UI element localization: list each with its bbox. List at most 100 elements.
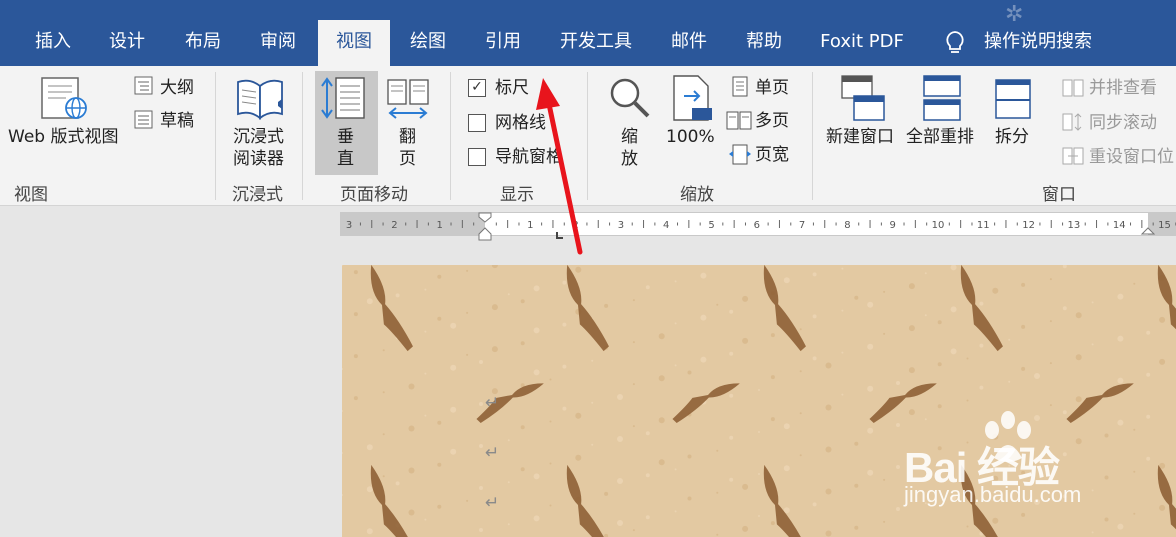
ruler-number: 6 — [754, 220, 760, 231]
multiple-pages-button[interactable]: 多页 — [755, 110, 789, 132]
tab-developer[interactable]: 开发工具 — [550, 20, 642, 66]
navigation-pane-checkbox[interactable] — [468, 148, 486, 166]
vertical-button[interactable]: 垂 — [337, 126, 354, 148]
one-page-button[interactable]: 单页 — [755, 77, 789, 99]
zoom-button-label-2[interactable]: 放 — [621, 148, 638, 170]
ruler-number: 11 — [977, 220, 990, 231]
side-to-side-button[interactable]: 翻 — [399, 126, 416, 148]
group-label-views: 视图 — [14, 185, 48, 205]
side-to-side-icon[interactable] — [386, 78, 430, 124]
tab-mailings[interactable]: 邮件 — [656, 20, 722, 66]
ruler-number: 4 — [663, 220, 669, 231]
group-separator — [812, 72, 813, 200]
outline-icon[interactable] — [134, 76, 154, 100]
ruler-number: 2 — [572, 220, 578, 231]
immersive-reader-button[interactable]: 沉浸式 — [233, 126, 284, 148]
ruler-number: 2 — [391, 220, 397, 231]
ruler-number: 15 — [1158, 220, 1171, 231]
gridlines-label[interactable]: 网格线 — [495, 112, 546, 134]
reset-window-position-icon — [1062, 146, 1084, 170]
new-window-button[interactable]: 新建窗口 — [826, 126, 894, 148]
zoom-100-button[interactable]: 100% — [666, 126, 715, 148]
ruler-number: 8 — [844, 220, 850, 231]
indent-marker-icon — [478, 212, 492, 241]
ruler-number: 10 — [932, 220, 945, 231]
vertical-button-label-2[interactable]: 直 — [337, 148, 354, 170]
group-label-immersive: 沉浸式 — [232, 185, 283, 205]
group-separator — [302, 72, 303, 200]
ruler-number: 9 — [890, 220, 896, 231]
fossil-fish — [763, 265, 806, 352]
fossil-fish — [370, 265, 413, 352]
immersive-reader-label-2[interactable]: 阅读器 — [233, 148, 284, 170]
group-label-page-movement: 页面移动 — [340, 185, 408, 205]
sync-scroll-button: 同步滚动 — [1089, 113, 1157, 133]
ruler-number: 13 — [1068, 220, 1081, 231]
draft-icon[interactable] — [134, 110, 154, 134]
ribbon-tab-bar: 插入 设计 布局 审阅 视图 绘图 引用 开发工具 邮件 帮助 Foxit PD… — [0, 0, 1176, 66]
ruler-label[interactable]: 标尺 — [495, 77, 529, 99]
paragraph-mark: ↵ — [485, 493, 500, 513]
page-width-button[interactable]: 页宽 — [755, 144, 789, 166]
gridlines-checkbox[interactable] — [468, 114, 486, 132]
web-layout-icon[interactable] — [40, 76, 92, 126]
arrange-all-icon[interactable] — [922, 74, 962, 126]
tab-view[interactable]: 视图 — [318, 20, 390, 66]
ruler-number: 7 — [799, 220, 805, 231]
arrange-all-button[interactable]: 全部重排 — [906, 126, 974, 148]
tab-layout[interactable]: 布局 — [170, 20, 236, 66]
one-page-icon[interactable] — [730, 76, 750, 102]
draft-button[interactable]: 草稿 — [160, 110, 194, 132]
ruler-number: 14 — [1113, 220, 1126, 231]
split-icon[interactable] — [994, 78, 1032, 124]
tab-draw[interactable]: 绘图 — [395, 20, 461, 66]
ruler-number: 1 — [527, 220, 533, 231]
tab-help[interactable]: 帮助 — [731, 20, 797, 66]
sync-scroll-icon — [1062, 112, 1084, 136]
multiple-pages-icon[interactable] — [726, 110, 752, 136]
baidu-watermark: Bai 经验 jingyan.baidu.com — [900, 411, 1160, 520]
tab-insert[interactable]: 插入 — [20, 20, 86, 66]
zoom-magnifier-icon[interactable] — [608, 76, 652, 124]
tab-foxit-pdf[interactable]: Foxit PDF — [812, 20, 912, 66]
fossil-fish — [869, 383, 937, 423]
reset-window-position-button: 重设窗口位 — [1089, 147, 1174, 167]
zoom-100-icon[interactable] — [672, 74, 714, 126]
new-window-icon[interactable] — [840, 74, 886, 126]
watermark-url: jingyan.baidu.com — [904, 482, 1082, 507]
group-separator — [587, 72, 588, 200]
lightbulb-icon[interactable] — [944, 30, 966, 60]
vertical-scroll-icon[interactable] — [320, 76, 368, 126]
fossil-fish — [370, 464, 413, 537]
side-by-side-icon — [1062, 78, 1084, 102]
ruler-number: 5 — [708, 220, 714, 231]
ruler-number: 1 — [437, 220, 443, 231]
page-width-icon[interactable] — [728, 144, 752, 170]
tell-me-search[interactable]: 操作说明搜索 — [978, 20, 1098, 66]
tab-design[interactable]: 设计 — [94, 20, 160, 66]
decorative-icon: ✲ — [1005, 2, 1024, 27]
side-to-side-label-2[interactable]: 页 — [399, 148, 416, 170]
web-layout-button[interactable]: Web 版式视图 — [8, 126, 118, 148]
ruler-checkbox[interactable]: ✓ — [468, 79, 486, 97]
right-indent-marker-icon — [1140, 227, 1156, 235]
fossil-fish — [566, 464, 609, 537]
zoom-button[interactable]: 缩 — [621, 126, 638, 148]
ruler-number: 3 — [346, 220, 352, 231]
ruler-number: 12 — [1022, 220, 1035, 231]
navigation-pane-label[interactable]: 导航窗格 — [495, 146, 563, 168]
fossil-fish — [566, 265, 609, 352]
fossil-fish — [1157, 265, 1176, 352]
group-label-zoom: 缩放 — [680, 185, 714, 205]
group-label-window: 窗口 — [1042, 185, 1076, 205]
outline-button[interactable]: 大纲 — [160, 77, 194, 99]
fossil-fish — [1066, 383, 1134, 423]
tab-review[interactable]: 审阅 — [245, 20, 311, 66]
tab-references[interactable]: 引用 — [470, 20, 536, 66]
group-label-show: 显示 — [500, 185, 534, 205]
immersive-reader-icon[interactable] — [234, 76, 288, 126]
tab-stop-marker — [556, 232, 563, 239]
split-button[interactable]: 拆分 — [995, 126, 1029, 148]
ruler-scale: 3 2 1 1 2 3 4 5 6 7 8 9 10 11 12 13 14 15 — [346, 212, 1176, 241]
fossil-fish — [960, 265, 1003, 352]
